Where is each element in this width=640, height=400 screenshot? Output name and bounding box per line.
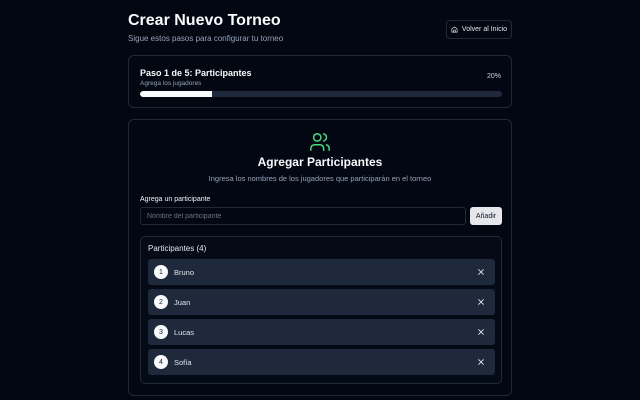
remove-participant-button[interactable] xyxy=(475,326,487,338)
participant-row: 4 Sofía xyxy=(148,349,495,375)
close-icon xyxy=(478,299,484,305)
participant-number: 4 xyxy=(154,355,168,369)
close-icon xyxy=(478,269,484,275)
add-participant-button[interactable]: Añadir xyxy=(470,207,502,225)
participant-name: Juan xyxy=(174,297,191,307)
participant-input-label: Agrega un participante xyxy=(140,196,211,203)
participant-number: 1 xyxy=(154,265,168,279)
remove-participant-button[interactable] xyxy=(475,296,487,308)
participant-number: 3 xyxy=(154,325,168,339)
participant-row: 3 Lucas xyxy=(148,319,495,345)
step-subtitle: Agrega los jugadores xyxy=(140,80,202,87)
page-title: Crear Nuevo Torneo xyxy=(128,12,281,29)
participant-row: 1 Bruno xyxy=(148,259,495,285)
close-icon xyxy=(478,359,484,365)
participants-list-panel: Participantes (4) 1 Bruno 2 Juan 3 Lucas xyxy=(140,236,502,384)
remove-participant-button[interactable] xyxy=(475,356,487,368)
progress-bar xyxy=(140,91,502,97)
participants-list: 1 Bruno 2 Juan 3 Lucas 4 Sofía xyxy=(148,259,495,379)
remove-participant-button[interactable] xyxy=(475,266,487,278)
participant-name: Bruno xyxy=(174,267,195,277)
participant-name: Lucas xyxy=(174,327,195,337)
participant-name-input[interactable] xyxy=(140,207,466,225)
back-home-button[interactable]: Volver al Inicio xyxy=(446,20,512,39)
participants-heading: Participantes (4) xyxy=(148,244,207,253)
progress-bar-fill xyxy=(140,91,213,97)
section-title: Agregar Participantes xyxy=(257,155,383,169)
page-subtitle: Sigue estos pasos para configurar tu tor… xyxy=(128,34,284,43)
users-icon xyxy=(310,133,330,151)
participant-row: 2 Juan xyxy=(148,289,495,315)
back-home-label: Volver al Inicio xyxy=(461,26,508,33)
close-icon xyxy=(478,329,484,335)
step-title: Paso 1 de 5: Participantes xyxy=(140,68,252,78)
progress-percent: 20% xyxy=(486,73,501,80)
section-description: Ingresa los nombres de los jugadores que… xyxy=(208,174,432,183)
participants-card: Agregar Participantes Ingresa los nombre… xyxy=(128,119,512,396)
participant-name: Sofía xyxy=(174,357,192,367)
progress-card: Paso 1 de 5: Participantes Agrega los ju… xyxy=(128,55,512,108)
home-icon xyxy=(451,26,458,33)
participant-number: 2 xyxy=(154,295,168,309)
